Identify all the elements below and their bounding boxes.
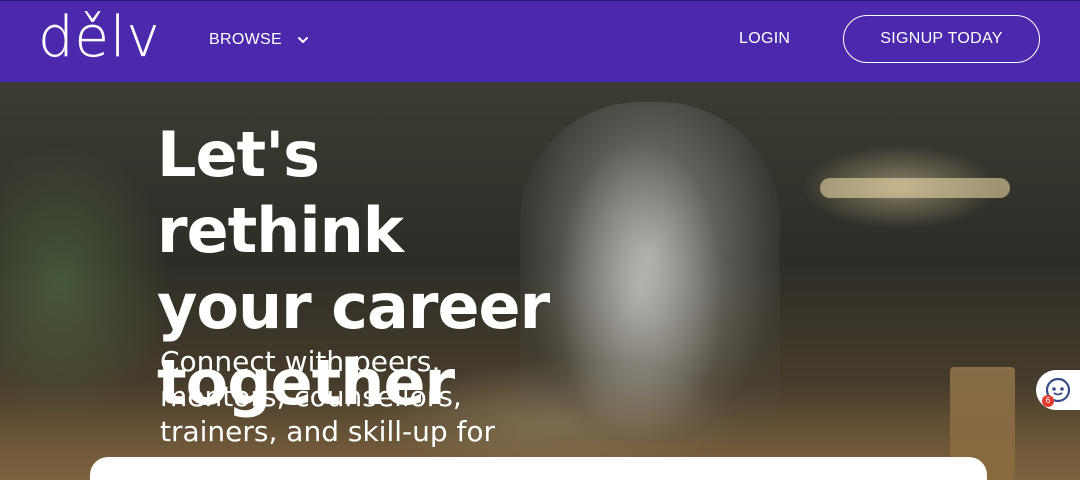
subline-line: mentors, counsellors, xyxy=(160,380,462,413)
hero-subheadline: Connect with peers, mentors, counsellors… xyxy=(160,344,540,449)
subline-line: Connect with peers, xyxy=(160,345,441,378)
headline-line: your career xyxy=(157,270,550,343)
top-navigation-bar: dělv BROWSE LOGIN SIGNUP TODAY xyxy=(0,0,1080,82)
hero-background-light xyxy=(820,178,1010,198)
signup-card xyxy=(90,457,987,480)
signup-button[interactable]: SIGNUP TODAY xyxy=(843,15,1040,63)
hero-section: Let's rethink your career together Conne… xyxy=(0,82,1080,480)
browse-menu[interactable]: BROWSE xyxy=(209,29,310,51)
subline-line: trainers, and skill-up for xyxy=(160,415,496,448)
delv-logo[interactable]: dělv xyxy=(38,5,161,71)
browse-label: BROWSE xyxy=(209,31,282,48)
chat-notification-badge: 6 xyxy=(1042,395,1054,407)
login-link[interactable]: LOGIN xyxy=(739,30,790,48)
chevron-down-icon xyxy=(297,37,308,43)
headline-line: Let's rethink xyxy=(157,118,404,267)
